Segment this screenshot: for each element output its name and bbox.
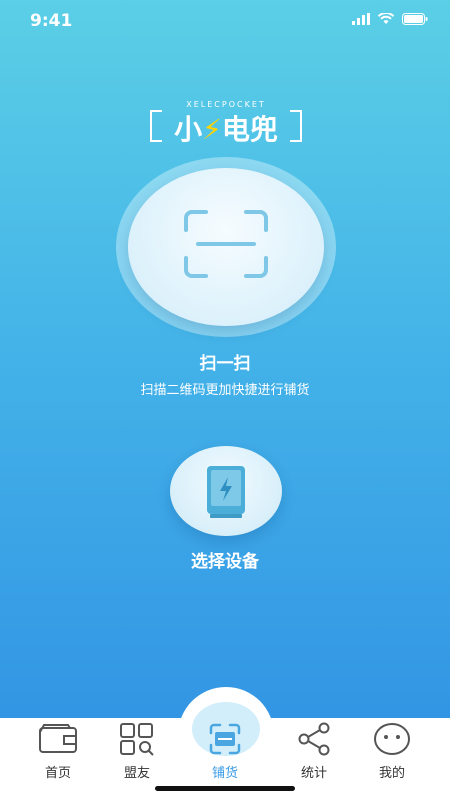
tab-label: 首页 [44,766,71,781]
tab-stocking[interactable]: 铺货 [185,720,265,781]
scan-icon [209,723,241,755]
logo-title: 小⚡电兜 [174,113,278,146]
tab-label: 盟友 [123,766,150,781]
tab-label: 我的 [378,766,405,781]
tab-profile[interactable]: 我的 [352,720,432,781]
status-time: 9:41 [30,11,73,31]
select-device-button[interactable] [170,446,282,536]
scan-button[interactable] [128,168,324,326]
face-icon [374,723,410,755]
scan-title: 扫一扫 [199,354,251,374]
bolt-icon: ⚡ [202,113,222,146]
signal-icon [352,13,370,25]
wifi-icon [378,13,394,24]
grid-search-icon [120,723,154,756]
scan-icon [184,210,268,278]
select-device-label: 选择设备 [191,552,259,572]
tab-label: 铺货 [211,766,238,781]
tab-statistics[interactable]: 统计 [274,720,354,781]
tab-allies[interactable]: 盟友 [97,720,177,781]
power-bank-icon [207,466,245,518]
status-icons [352,13,428,25]
app-logo: XELECPOCKET 小⚡电兜 [150,100,302,146]
share-icon [298,722,330,756]
home-indicator [155,786,295,791]
battery-icon [402,13,428,25]
scan-description: 扫描二维码更加快捷进行铺货 [140,383,310,398]
wallet-icon [39,724,77,753]
screen: 9:41 XELECPOCKET 小⚡电兜 扫一扫 扫描二维码更加快捷进行铺货 … [0,0,450,800]
tab-label: 统计 [300,766,327,781]
status-bar: 9:41 [0,0,450,44]
tab-home[interactable]: 首页 [18,720,98,781]
